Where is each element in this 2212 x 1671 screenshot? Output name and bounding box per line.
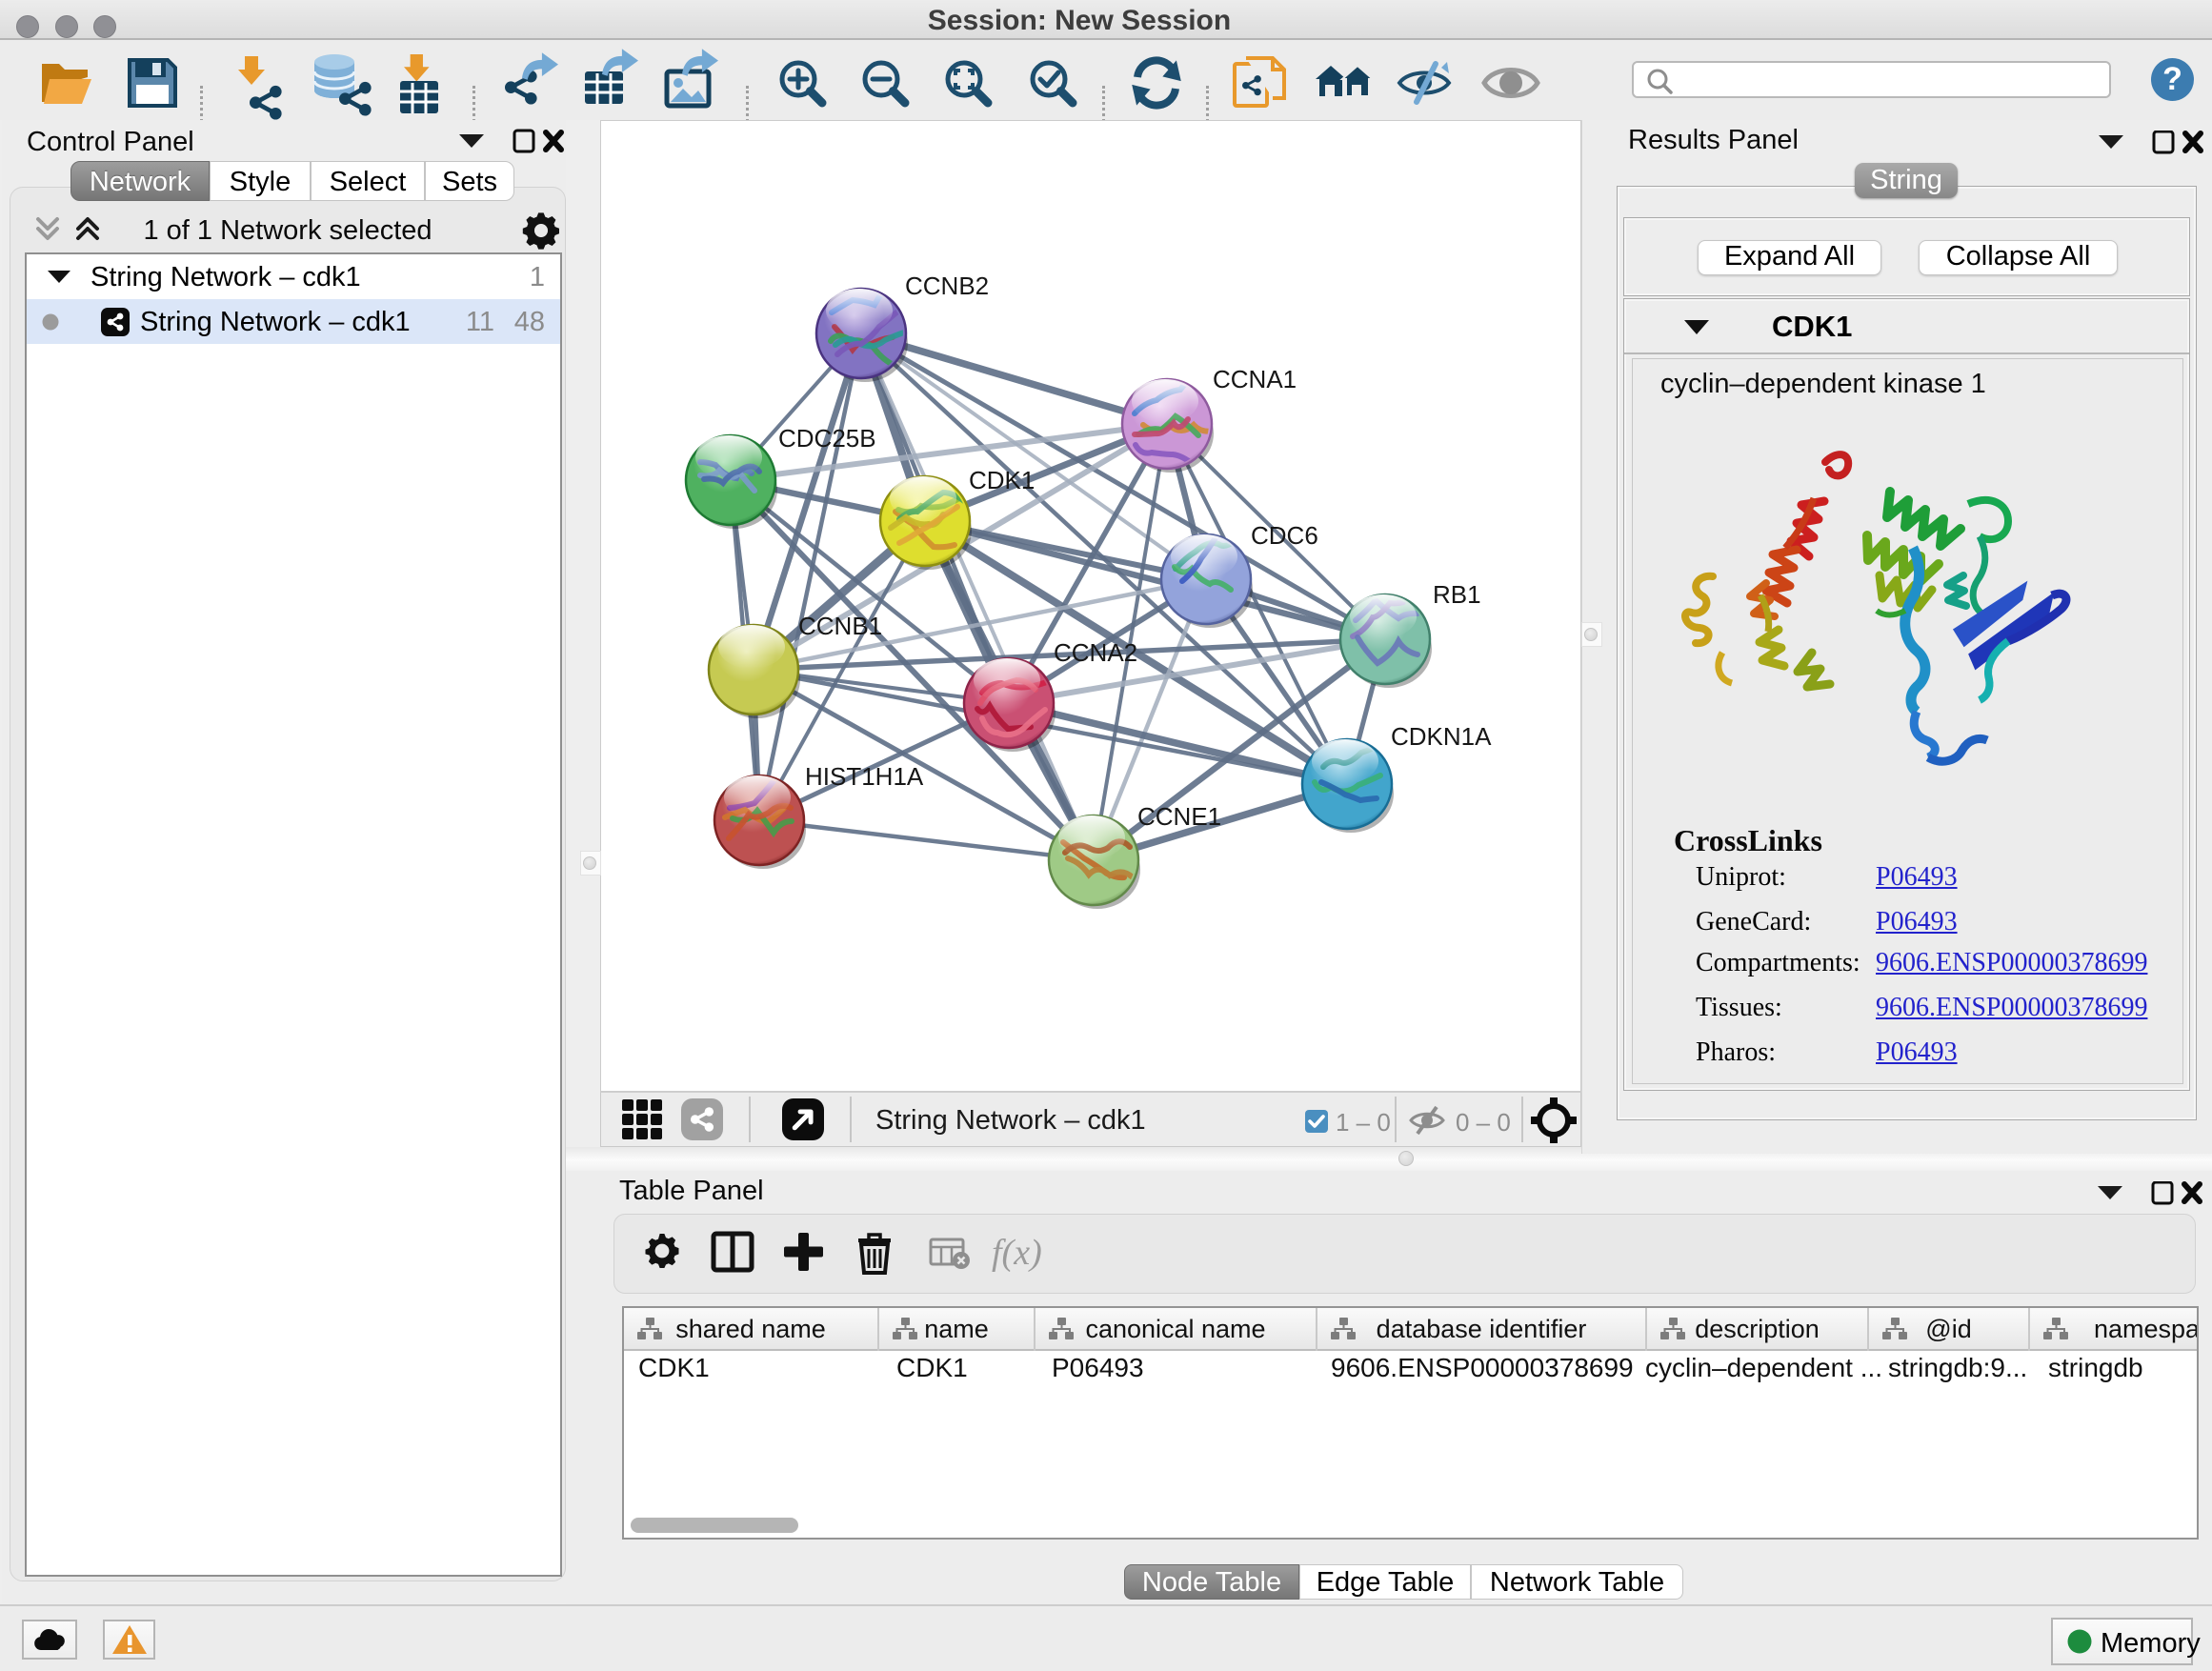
svg-text:f(x): f(x) [992, 1233, 1042, 1273]
svg-text:CCNA1: CCNA1 [1213, 365, 1297, 393]
svg-text:HIST1H1A: HIST1H1A [805, 762, 924, 791]
svg-text:CDKN1A: CDKN1A [1391, 722, 1492, 751]
svg-text:CDK1: CDK1 [969, 466, 1035, 494]
svg-text:CCNA2: CCNA2 [1054, 638, 1137, 667]
svg-text:CCNB1: CCNB1 [798, 612, 882, 640]
svg-text:RB1: RB1 [1433, 580, 1481, 609]
svg-text:CCNE1: CCNE1 [1137, 802, 1221, 831]
svg-text:CDC6: CDC6 [1251, 521, 1318, 550]
svg-text:CCNB2: CCNB2 [905, 272, 989, 300]
svg-text:CDC25B: CDC25B [778, 424, 876, 453]
